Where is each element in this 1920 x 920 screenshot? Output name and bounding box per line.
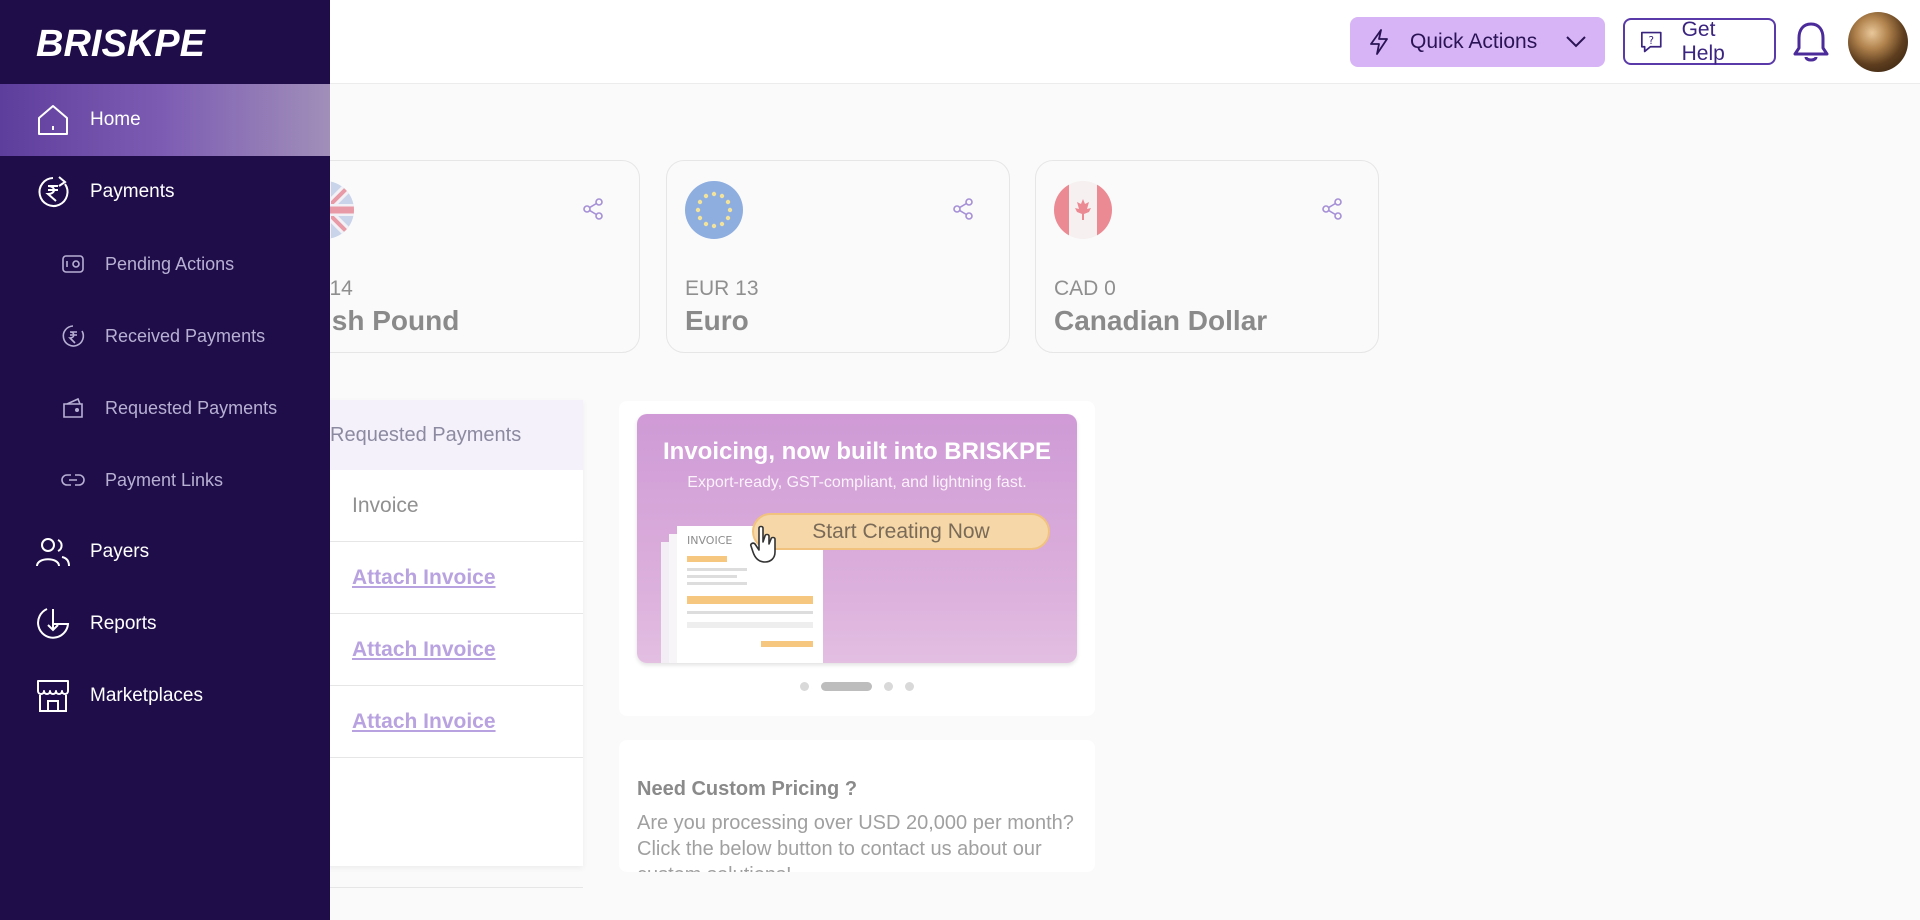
table-row: Attach Invoice (300, 614, 583, 686)
sidebar-item-reports[interactable]: Reports (0, 588, 330, 660)
custom-pricing-card: Need Custom Pricing ? Are you processing… (619, 740, 1095, 872)
quick-actions-label: Quick Actions (1410, 30, 1538, 53)
table-row: Attach Invoice (300, 686, 583, 758)
marketplaces-icon (37, 680, 69, 712)
lightning-icon (1370, 29, 1388, 55)
sidebar-item-payments[interactable]: Payments (0, 156, 330, 228)
carousel-dot[interactable] (905, 682, 914, 691)
user-avatar[interactable] (1848, 12, 1908, 72)
custom-pricing-title: Need Custom Pricing ? (637, 778, 858, 800)
account-card-gbp[interactable]: BP 14 ritish Pound (277, 160, 640, 353)
carousel-dot-active[interactable] (821, 682, 872, 691)
pointer-hand-icon (750, 525, 776, 563)
eu-flag-icon (685, 181, 743, 239)
sidebar-item-label: Payers (90, 541, 150, 562)
sidebar-item-requested-payments[interactable]: Requested Payments (0, 372, 330, 444)
payers-icon (36, 538, 70, 567)
chevron-down-icon (1566, 36, 1586, 48)
account-currency-name: Euro (685, 305, 749, 336)
notification-bell-icon[interactable] (1790, 20, 1832, 64)
payments-icon (38, 176, 69, 207)
sidebar-item-received-payments[interactable]: Received Payments (0, 300, 330, 372)
canada-flag-icon (1054, 181, 1112, 239)
reports-icon (37, 608, 70, 639)
table-empty-space (300, 758, 583, 888)
sidebar-item-label: Pending Actions (105, 253, 235, 274)
carousel-indicators (619, 682, 1095, 691)
sidebar-item-home[interactable]: Home (0, 84, 330, 156)
sidebar-item-label: Home (90, 109, 141, 130)
carousel-dot[interactable] (884, 682, 893, 691)
received-payments-icon (62, 325, 85, 347)
promo-banner[interactable]: Invoicing, now built into BRISKPE Export… (637, 414, 1077, 663)
briskpe-logo: BRISKPE (36, 23, 207, 64)
sidebar: BRISKPE Home Payments Pending Actions Re… (0, 0, 330, 920)
promo-title: Invoicing, now built into BRISKPE (663, 438, 1051, 465)
sidebar-item-label: Payment Links (105, 469, 224, 490)
requested-payments-panel: Requested Payments Invoice Attach Invoic… (300, 400, 583, 888)
share-icon[interactable] (581, 197, 605, 221)
custom-pricing-description: Are you processing over USD 20,000 per m… (637, 812, 1074, 872)
start-creating-button[interactable]: Start Creating Now (752, 513, 1050, 550)
account-amount: CAD 0 (1054, 277, 1116, 300)
account-card-eur[interactable]: EUR 13 Euro (666, 160, 1010, 353)
link-icon (61, 474, 85, 486)
share-icon[interactable] (1320, 197, 1344, 221)
sidebar-item-label: Reports (90, 613, 157, 634)
share-icon[interactable] (951, 197, 975, 221)
sidebar-item-payment-links[interactable]: Payment Links (0, 444, 330, 516)
sidebar-item-label: Received Payments (105, 325, 266, 346)
help-chat-icon: ? (1640, 31, 1662, 52)
promo-subtitle: Export-ready, GST-compliant, and lightni… (687, 474, 1027, 491)
requested-payments-icon (63, 397, 83, 418)
account-currency-name: Canadian Dollar (1054, 305, 1268, 336)
sidebar-item-payers[interactable]: Payers (0, 516, 330, 588)
invoice-header-label: Invoice (352, 493, 419, 517)
sidebar-item-marketplaces[interactable]: Marketplaces (0, 660, 330, 732)
promo-carousel: Invoicing, now built into BRISKPE Export… (619, 401, 1095, 716)
sidebar-item-label: Requested Payments (105, 397, 278, 418)
get-help-button[interactable]: ? Get Help (1623, 18, 1776, 65)
logo-text: BRISKPE (36, 23, 207, 64)
sidebar-item-label: Payments (90, 181, 175, 202)
get-help-label: Get Help (1681, 17, 1725, 65)
home-icon (38, 105, 68, 135)
tab-requested-payments[interactable]: Requested Payments (300, 400, 583, 470)
account-card-cad[interactable]: CAD 0 Canadian Dollar (1035, 160, 1379, 353)
sidebar-item-label: Marketplaces (90, 685, 203, 706)
attach-invoice-link[interactable]: Attach Invoice (352, 638, 496, 662)
table-row: Attach Invoice (300, 542, 583, 614)
svg-text:?: ? (1649, 34, 1655, 46)
sidebar-item-pending-actions[interactable]: Pending Actions (0, 228, 330, 300)
quick-actions-button[interactable]: Quick Actions (1350, 17, 1605, 67)
column-header-invoice: Invoice (300, 470, 583, 542)
attach-invoice-link[interactable]: Attach Invoice (352, 710, 496, 734)
invoice-document-label: INVOICE (687, 534, 732, 547)
account-amount: EUR 13 (685, 277, 759, 300)
pending-actions-icon (62, 255, 84, 273)
attach-invoice-link[interactable]: Attach Invoice (352, 566, 496, 590)
carousel-dot[interactable] (800, 682, 809, 691)
